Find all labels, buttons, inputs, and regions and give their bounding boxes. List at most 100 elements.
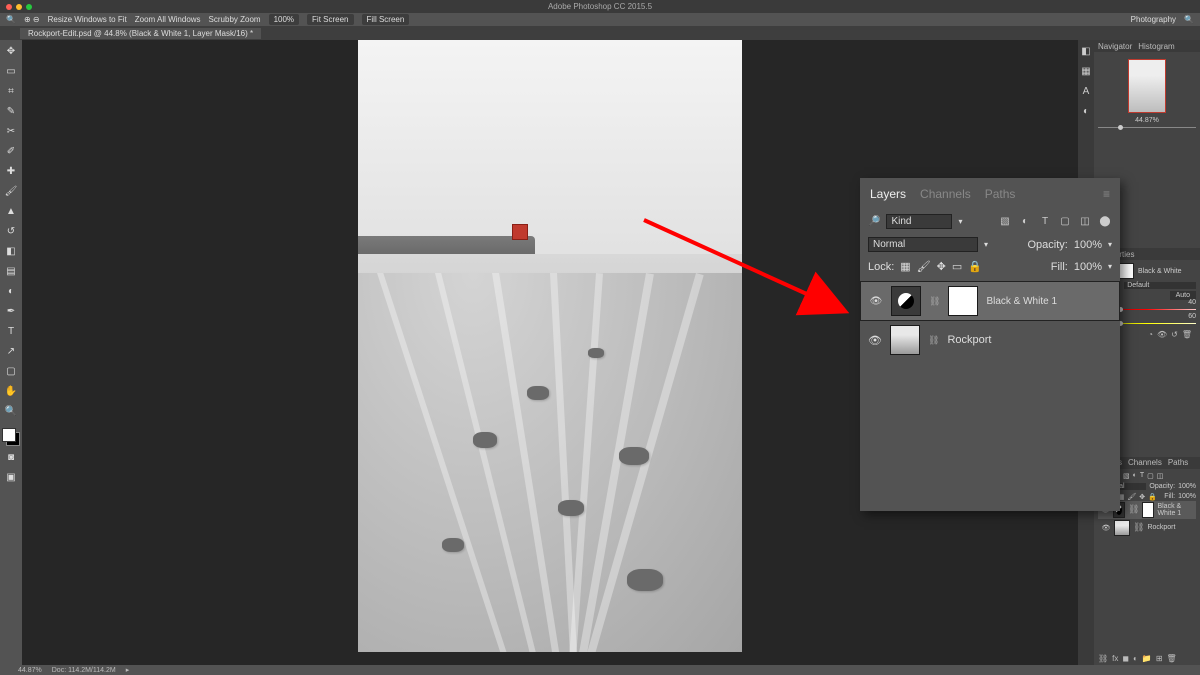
fx-icon[interactable]: fx <box>1112 654 1118 663</box>
eyedropper-tool-icon[interactable]: ✐ <box>3 144 19 160</box>
status-zoom[interactable]: 44.87% <box>18 667 42 674</box>
maximize-window-button[interactable] <box>26 4 32 10</box>
type-tool-icon[interactable]: T <box>3 324 19 340</box>
link-icon[interactable]: ⛓ <box>1128 504 1139 515</box>
swatches-icon[interactable]: ▦ <box>1081 66 1090 80</box>
quickmask-icon[interactable]: ◙ <box>3 450 19 466</box>
side-layer-rockport[interactable]: 👁 ⛓ Rockport <box>1098 519 1196 537</box>
scrubby-zoom-check[interactable]: Scrubby Zoom <box>209 15 261 24</box>
workspace-switcher[interactable]: Photography <box>1131 15 1176 24</box>
navigator-zoom-slider[interactable] <box>1098 127 1196 128</box>
filter-type-select[interactable]: Kind <box>886 214 952 229</box>
layer-mask-thumb[interactable] <box>948 286 978 316</box>
path-tool-icon[interactable]: ↗ <box>3 344 19 360</box>
pen-tool-icon[interactable]: ✒ <box>3 304 19 320</box>
document-canvas[interactable] <box>358 40 742 652</box>
navigator-panel-header[interactable]: Navigator Histogram <box>1094 40 1200 52</box>
zoom-100-button[interactable]: 100% <box>269 14 299 25</box>
opacity-field[interactable]: 100% <box>1074 239 1102 251</box>
side-opacity-field[interactable]: 100% <box>1178 483 1196 490</box>
fit-screen-button[interactable]: Fit Screen <box>307 14 353 25</box>
visibility-toggle[interactable]: 👁 <box>868 334 882 347</box>
lock-transparency-icon[interactable]: ▦ <box>900 260 910 273</box>
type-styles-icon[interactable]: A <box>1083 86 1090 100</box>
filter-smart-icon[interactable]: ◫ <box>1157 472 1164 480</box>
lock-paint-icon[interactable]: 🖌 <box>1127 493 1136 501</box>
dodge-tool-icon[interactable]: ◐ <box>3 284 19 300</box>
reset-icon[interactable]: ↺ <box>1171 330 1178 339</box>
visibility-toggle[interactable]: 👁 <box>869 296 883 307</box>
status-doc-size[interactable]: Doc: 114.2M/114.2M <box>52 667 116 674</box>
adjustments-icon[interactable]: ◐ <box>1083 106 1089 120</box>
lock-all-icon[interactable]: 🔒 <box>968 260 982 273</box>
layer-black-white-1[interactable]: 👁 ⛓ Black & White 1 <box>860 281 1120 321</box>
fg-bg-colors[interactable] <box>2 428 20 446</box>
layer-mask-thumb[interactable] <box>1142 502 1154 518</box>
side-channels-tab[interactable]: Channels <box>1128 458 1162 467</box>
side-layer-name[interactable]: Rockport <box>1147 524 1175 531</box>
paths-tab[interactable]: Paths <box>985 187 1016 201</box>
histogram-tab[interactable]: Histogram <box>1138 42 1174 51</box>
link-icon[interactable]: ⛓ <box>1133 522 1144 533</box>
filter-shape-icon[interactable]: ▢ <box>1058 216 1072 227</box>
close-window-button[interactable] <box>6 4 12 10</box>
filter-shape-icon[interactable]: ▢ <box>1147 472 1154 480</box>
zoom-all-windows-check[interactable]: Zoom All Windows <box>135 15 201 24</box>
color-icon[interactable]: ◧ <box>1081 46 1090 60</box>
gradient-tool-icon[interactable]: ▤ <box>3 264 19 280</box>
delete-layer-icon[interactable]: 🗑 <box>1167 654 1177 663</box>
blend-mode-select[interactable]: Normal <box>868 237 978 252</box>
link-icon[interactable]: ⛓ <box>928 335 939 346</box>
filter-type-icon[interactable]: T <box>1140 472 1144 479</box>
side-layer-name[interactable]: Black & White 1 <box>1157 503 1193 517</box>
channels-tab[interactable]: Channels <box>920 187 971 201</box>
status-arrow-icon[interactable]: ▸ <box>126 666 130 674</box>
search-icon[interactable]: 🔍 <box>1184 15 1194 24</box>
layer-name[interactable]: Black & White 1 <box>986 296 1057 307</box>
fill-screen-button[interactable]: Fill Screen <box>362 14 410 25</box>
layers-tab[interactable]: Layers <box>870 187 906 201</box>
visibility-icon[interactable]: 👁 <box>1101 524 1111 532</box>
lasso-tool-icon[interactable]: ⌗ <box>3 84 19 100</box>
eraser-tool-icon[interactable]: ◧ <box>3 244 19 260</box>
link-layers-icon[interactable]: ⛓ <box>1098 654 1108 663</box>
new-layer-icon[interactable]: ⊞ <box>1156 654 1163 663</box>
new-group-icon[interactable]: 📁 <box>1142 654 1152 663</box>
navigator-thumbnail[interactable] <box>1128 59 1166 113</box>
filter-adjust-icon[interactable]: ◐ <box>1133 472 1137 479</box>
trash-icon[interactable]: 🗑 <box>1182 330 1192 339</box>
quick-select-tool-icon[interactable]: ✎ <box>3 104 19 120</box>
add-mask-icon[interactable]: ◼ <box>1122 654 1129 663</box>
layer-rockport[interactable]: 👁 ⛓ Rockport <box>860 321 1120 359</box>
fill-field[interactable]: 100% <box>1074 261 1102 273</box>
minimize-window-button[interactable] <box>16 4 22 10</box>
zoom-tool-icon[interactable]: 🔍 <box>3 404 19 420</box>
filter-adjust-icon[interactable]: ◐ <box>1018 216 1032 227</box>
lock-all-icon[interactable]: 🔒 <box>1148 493 1157 501</box>
hand-tool-icon[interactable]: ✋ <box>3 384 19 400</box>
filter-smart-icon[interactable]: ◫ <box>1078 216 1092 227</box>
view-prev-icon[interactable]: 👁 <box>1157 330 1167 339</box>
image-thumb[interactable] <box>890 325 920 355</box>
link-icon[interactable]: ⛓ <box>929 296 940 307</box>
resize-windows-check[interactable]: Resize Windows to Fit <box>48 15 127 24</box>
move-tool-icon[interactable]: ✥ <box>3 44 19 60</box>
image-thumb[interactable] <box>1114 520 1130 536</box>
brush-tool-icon[interactable]: 🖌 <box>3 184 19 200</box>
stamp-tool-icon[interactable]: ▲ <box>3 204 19 220</box>
zoom-tool-icon[interactable]: 🔍 <box>6 15 16 24</box>
filter-toggle[interactable]: ⬤ <box>1098 216 1112 227</box>
adjustment-thumb[interactable] <box>891 286 921 316</box>
side-paths-tab[interactable]: Paths <box>1168 458 1188 467</box>
shape-tool-icon[interactable]: ▢ <box>3 364 19 380</box>
filter-image-icon[interactable]: ▧ <box>998 216 1012 227</box>
preset-select[interactable]: Default <box>1124 282 1196 289</box>
crop-tool-icon[interactable]: ✂ <box>3 124 19 140</box>
healing-tool-icon[interactable]: ✚ <box>3 164 19 180</box>
filter-type-icon[interactable]: T <box>1038 216 1052 227</box>
filter-image-icon[interactable]: ▧ <box>1123 472 1130 480</box>
layers-panel-floating[interactable]: Layers Channels Paths ≡ 🔎 Kind ▾ ▧ ◐ T ▢… <box>860 178 1120 511</box>
marquee-tool-icon[interactable]: ▭ <box>3 64 19 80</box>
screenmode-icon[interactable]: ▣ <box>3 470 19 486</box>
panel-menu-icon[interactable]: ≡ <box>1103 187 1110 201</box>
